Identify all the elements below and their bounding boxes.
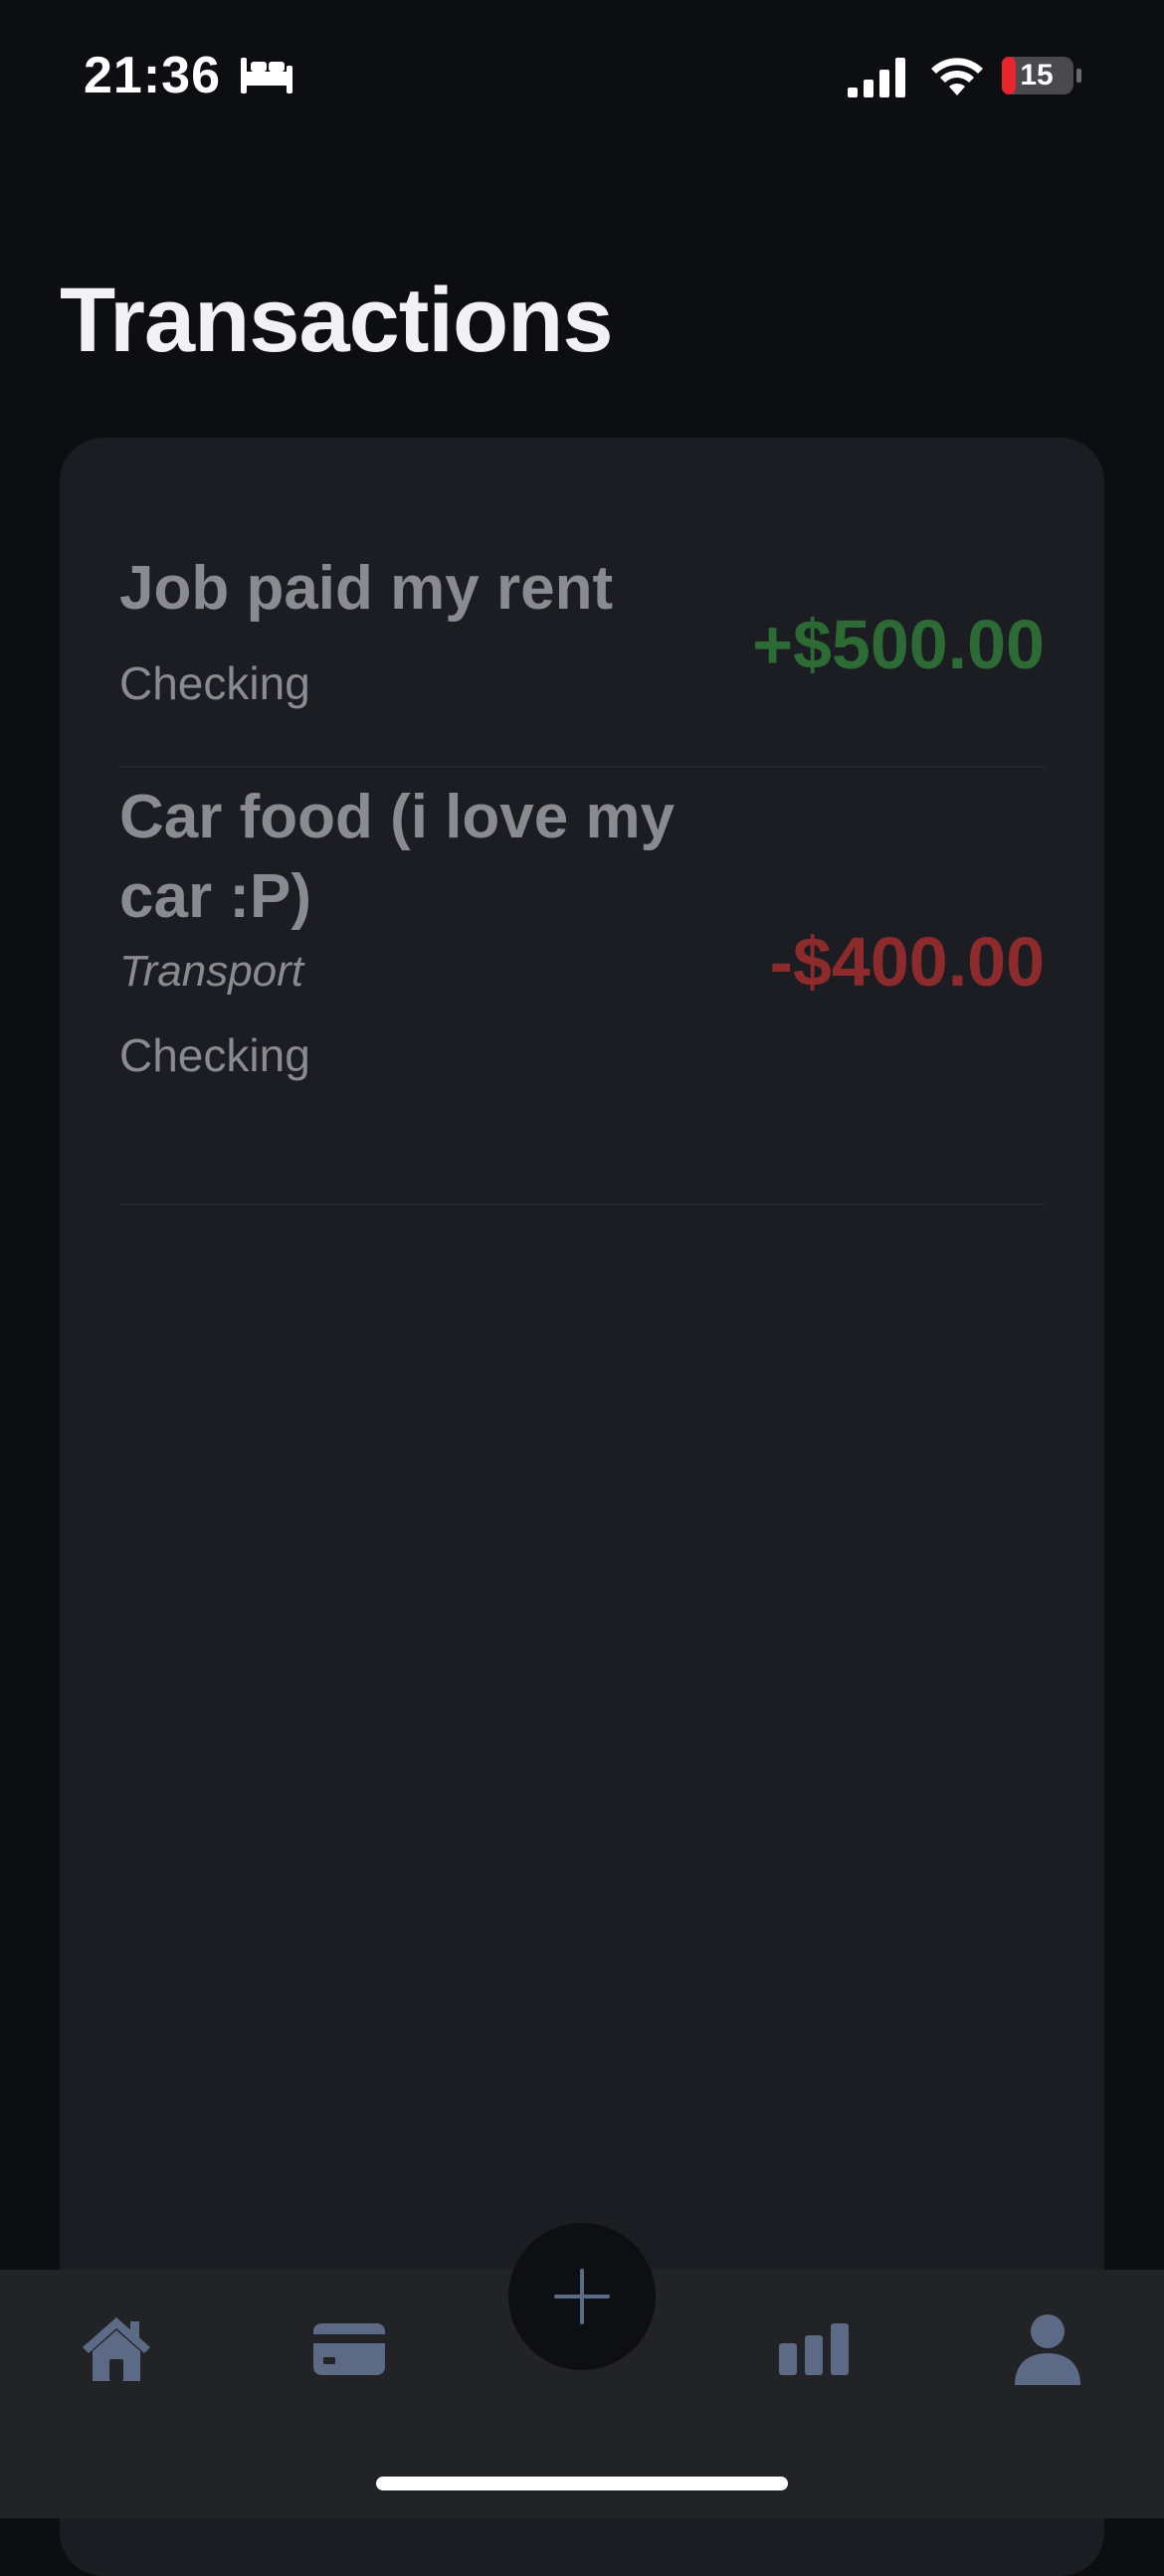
tab-stats[interactable] — [755, 2290, 874, 2409]
transaction-amount: -$400.00 — [769, 923, 1045, 1001]
home-icon — [83, 2317, 150, 2381]
wifi-icon — [931, 58, 983, 95]
bar-chart-icon — [779, 2323, 849, 2375]
sleep-focus-icon — [241, 58, 292, 93]
person-icon — [1015, 2314, 1080, 2385]
page-title: Transactions — [60, 270, 614, 371]
transaction-account: Checking — [119, 1029, 310, 1081]
transaction-amount: +$500.00 — [752, 606, 1045, 683]
transaction-title: Job paid my rent — [119, 554, 614, 623]
tab-profile[interactable] — [988, 2290, 1107, 2409]
transaction-category: Transport — [119, 947, 304, 996]
cellular-signal-icon — [848, 58, 905, 97]
status-bar: 21:36 15 — [0, 0, 1164, 149]
transaction-row[interactable]: Job paid my rent Checking +$500.00 — [119, 537, 1045, 768]
battery-level: 15 — [1020, 59, 1054, 92]
transaction-row[interactable]: Car food (i love my car :P) Transport Ch… — [119, 768, 1045, 1205]
tab-home[interactable] — [57, 2290, 176, 2409]
add-transaction-button[interactable] — [508, 2223, 656, 2370]
credit-card-icon — [313, 2323, 385, 2375]
tab-cards[interactable] — [290, 2290, 409, 2409]
status-time: 21:36 — [84, 47, 221, 104]
transaction-title: Car food (i love my car :P) — [119, 783, 676, 931]
home-indicator[interactable] — [376, 2477, 788, 2490]
plus-icon — [554, 2269, 610, 2324]
transaction-account: Checking — [119, 657, 310, 709]
